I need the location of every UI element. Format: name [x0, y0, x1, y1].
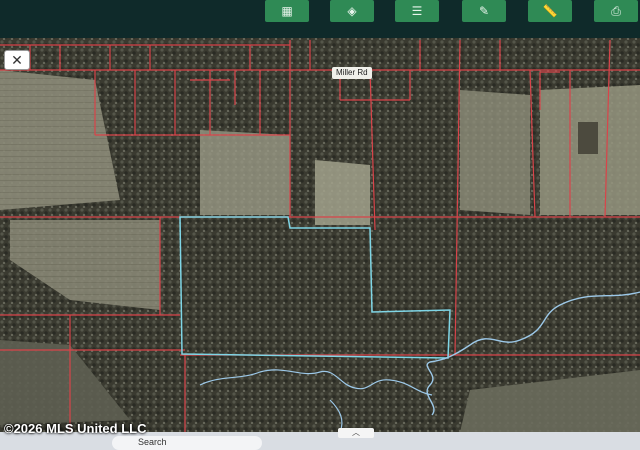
taskbar-search[interactable] [112, 436, 262, 450]
print-icon: ⎙ [611, 3, 621, 18]
copyright-watermark: ©2026 MLS United LLC [4, 421, 147, 436]
measure-button[interactable]: 📏 [528, 0, 572, 22]
field-center [315, 160, 370, 225]
grid-view-icon: ▦ [281, 4, 293, 18]
draw-icon: ✎ [478, 4, 490, 18]
list-button[interactable]: ☰ [395, 0, 439, 22]
field-north [200, 130, 290, 215]
road-label: Miller Rd [332, 67, 372, 79]
layers-button[interactable]: ◈ [330, 0, 374, 22]
print-button[interactable]: ⎙ [594, 0, 638, 22]
close-icon: ✕ [11, 52, 23, 68]
aerial-map[interactable] [0, 0, 640, 450]
pond [578, 122, 598, 154]
field-east [460, 90, 530, 215]
chevron-up-icon[interactable]: ︿ [338, 428, 374, 438]
measure-icon: 📏 [542, 4, 558, 18]
close-button[interactable]: ✕ [4, 50, 30, 70]
layers-icon: ◈ [347, 4, 357, 18]
draw-button[interactable]: ✎ [462, 0, 506, 22]
map-toolbar: ▦ ◈ ☰ ✎ 📏 ⎙ [0, 0, 640, 38]
list-icon: ☰ [411, 4, 423, 18]
taskbar-search-label: Search [138, 437, 167, 447]
grid-view-button[interactable]: ▦ [265, 0, 309, 22]
